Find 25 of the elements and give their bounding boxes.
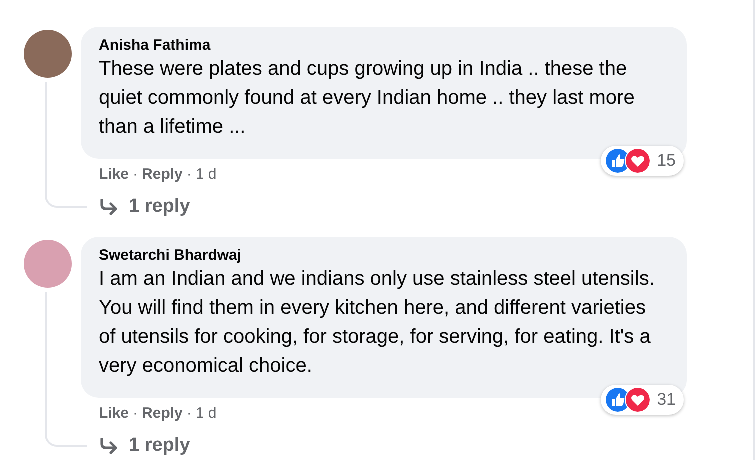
reply-link[interactable]: Reply [142, 404, 183, 422]
reply-arrow-icon [99, 438, 119, 454]
like-link[interactable]: Like [99, 404, 130, 422]
replies-link[interactable]: 1 reply [129, 196, 190, 218]
author-name[interactable]: Anisha Fathima [99, 36, 673, 55]
replies-link[interactable]: 1 reply [129, 435, 190, 457]
timestamp[interactable]: 1 d [196, 166, 217, 182]
reaction-count: 31 [657, 390, 676, 410]
avatar[interactable] [24, 30, 72, 78]
separator-dot: · [133, 404, 138, 422]
reply-arrow-icon [99, 199, 119, 215]
like-link[interactable]: Like [99, 166, 130, 182]
heart-icon [625, 387, 652, 413]
timestamp[interactable]: 1 d [196, 404, 217, 422]
separator-dot: · [133, 166, 138, 182]
comment-text: These were plates and cups growing up in India .. these the quiet commonly found at every Indian home .. they last more than a lifetime ... [99, 57, 636, 140]
heart-icon [625, 148, 652, 174]
separator-dot: · [186, 166, 192, 182]
reactions-badge[interactable]: 15 [601, 146, 684, 176]
reactions-badge[interactable]: 31 [601, 385, 684, 415]
separator-dot: · [186, 404, 192, 422]
reply-link[interactable]: Reply [142, 166, 183, 182]
author-name[interactable]: Swetarchi Bhardwaj [99, 246, 673, 265]
reaction-count: 15 [657, 151, 676, 171]
comment-text: I am an Indian and we indians only use stainless steel utensils. You will find them in every kitchen here, and different varieties of utensils for cooking, for storage, for serving, for eating. It's a very economical choice. [99, 267, 656, 379]
